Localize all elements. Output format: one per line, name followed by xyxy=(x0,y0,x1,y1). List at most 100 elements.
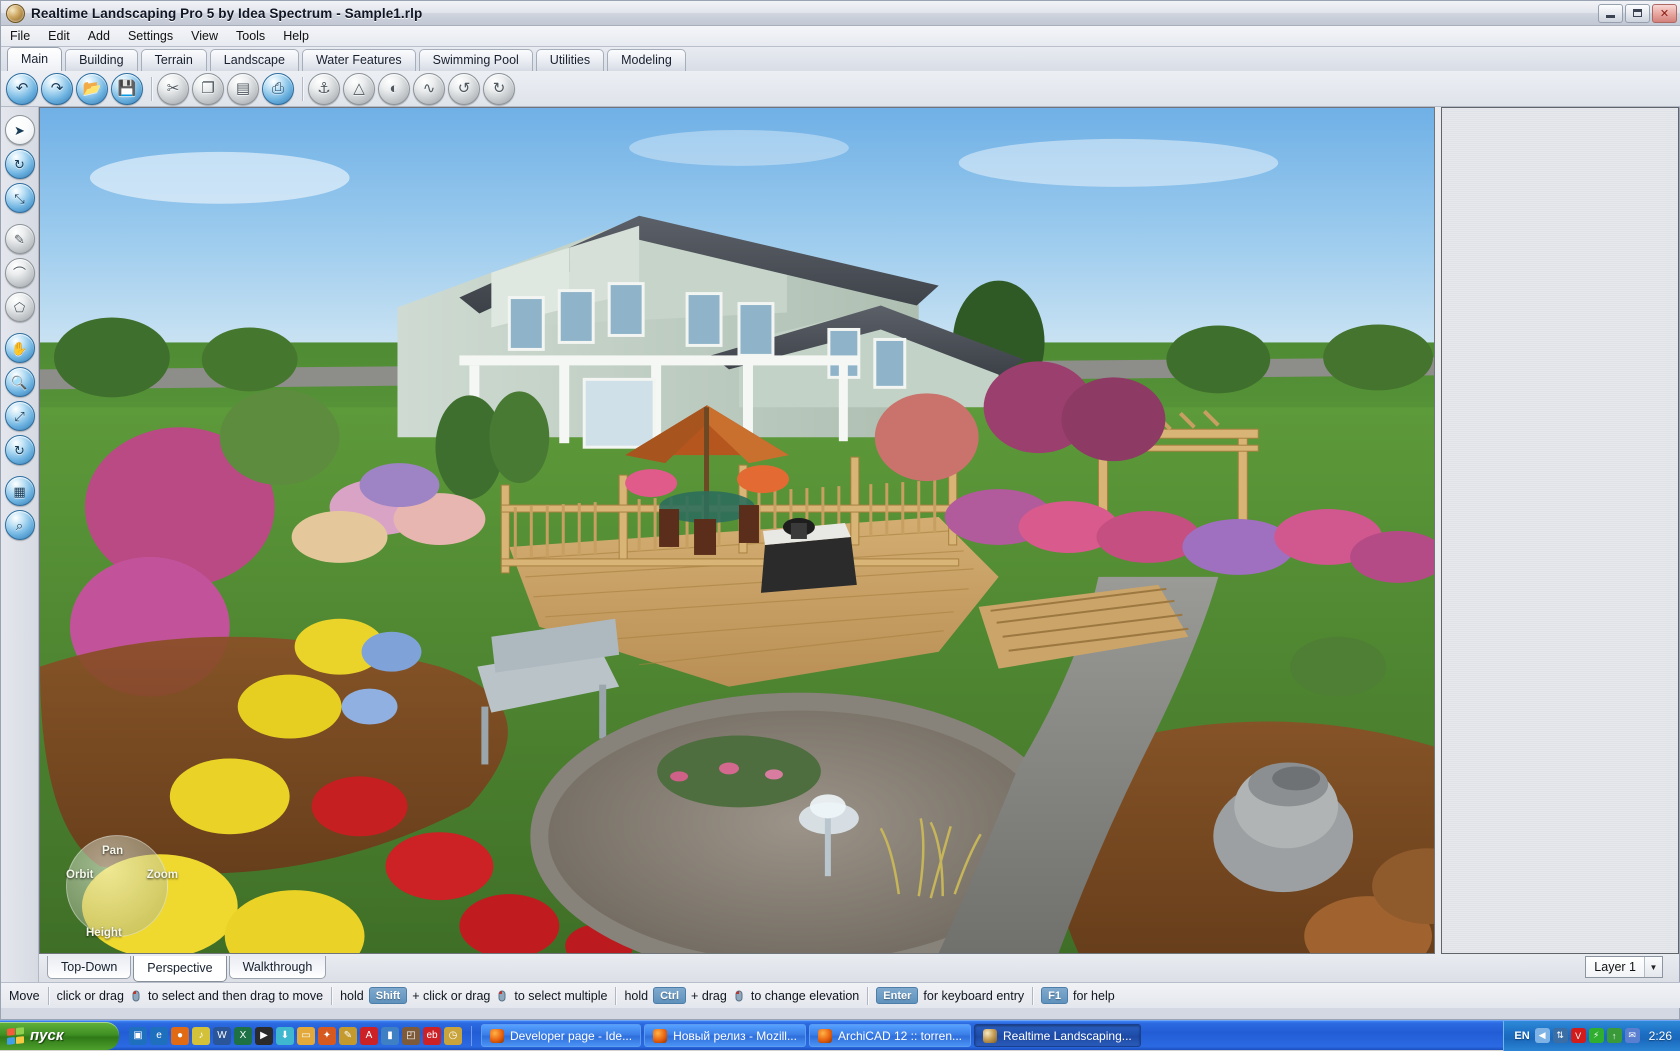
pan-hand-tool[interactable]: ✋ xyxy=(4,333,35,363)
cut-icon[interactable]: ✂ xyxy=(157,72,189,105)
language-indicator[interactable]: EN xyxy=(1514,1030,1529,1042)
firefox-icon xyxy=(817,1028,832,1043)
taskbar-button-label: Realtime Landscaping... xyxy=(1003,1028,1132,1043)
excel-icon[interactable]: X xyxy=(234,1026,252,1045)
mirror-icon-glyph: ◐ xyxy=(389,80,399,97)
zoom-extents-tool[interactable]: ⤢ xyxy=(4,401,35,431)
view-tab-top-down[interactable]: Top-Down xyxy=(47,956,132,979)
downloader-icon[interactable]: ⬇ xyxy=(276,1026,294,1045)
acrobat-icon[interactable]: A xyxy=(360,1026,378,1045)
open-file-icon-glyph: 📂 xyxy=(82,80,102,97)
orbit-tool[interactable]: ↻ xyxy=(4,435,35,465)
menu-item-view[interactable]: View xyxy=(182,27,227,45)
menu-item-file[interactable]: File xyxy=(1,27,39,45)
flash-icon[interactable]: ⚡ xyxy=(1588,1028,1604,1043)
winamp-icon[interactable]: ♪ xyxy=(192,1026,210,1045)
photo-icon[interactable]: ◰ xyxy=(402,1026,420,1045)
save-icon[interactable]: 💾 xyxy=(111,72,143,105)
navigation-gizmo[interactable]: Orbit Zoom Pan Height xyxy=(58,829,178,941)
update-icon[interactable]: ↑ xyxy=(1606,1028,1622,1043)
rotate-left-icon[interactable]: ↺ xyxy=(448,72,480,105)
media-player-icon[interactable]: ▶ xyxy=(255,1026,273,1045)
menu-item-add[interactable]: Add xyxy=(79,27,119,45)
region-tool[interactable]: ⬠ xyxy=(4,292,35,322)
gizmo-pan-label[interactable]: Pan xyxy=(102,845,123,857)
tray-arrow-icon[interactable]: ◀ xyxy=(1534,1028,1550,1043)
clock-icon[interactable]: ◷ xyxy=(444,1026,462,1045)
taskbar-button[interactable]: ArchiCAD 12 :: torren... xyxy=(808,1024,971,1047)
network-icon[interactable]: ⇅ xyxy=(1552,1028,1568,1043)
select-arrow-tool-glyph: ➤ xyxy=(14,122,25,138)
tab-modeling[interactable]: Modeling xyxy=(607,49,686,71)
flatten-icon[interactable]: △ xyxy=(343,72,375,105)
battery-icon[interactable]: ▮ xyxy=(381,1026,399,1045)
view-tab-walkthrough[interactable]: Walkthrough xyxy=(228,956,327,979)
undo-icon[interactable]: ↶ xyxy=(6,72,38,105)
tab-terrain[interactable]: Terrain xyxy=(140,49,207,71)
rail-gap xyxy=(1,322,38,329)
close-button[interactable]: ✕ xyxy=(1652,3,1677,23)
rotate-right-icon[interactable]: ↻ xyxy=(483,72,515,105)
gizmo-zoom-label[interactable]: Zoom xyxy=(147,869,178,881)
mirror-icon[interactable]: ◐ xyxy=(378,72,410,105)
menu-item-tools[interactable]: Tools xyxy=(227,27,274,45)
tab-utilities[interactable]: Utilities xyxy=(535,49,605,71)
rotate-tool[interactable]: ↻ xyxy=(4,149,35,179)
layer-selector[interactable]: Layer 1 ▼ xyxy=(1585,956,1663,978)
firefox-icon[interactable]: ● xyxy=(171,1026,189,1045)
taskbar-button[interactable]: Realtime Landscaping... xyxy=(974,1024,1141,1047)
zoom-magnifier-tool[interactable]: 🔍 xyxy=(4,367,35,397)
hint-shift-prefix: hold xyxy=(340,988,364,1003)
grid-terrain-tool[interactable]: ▦ xyxy=(4,476,35,506)
tab-main[interactable]: Main xyxy=(7,47,63,71)
save-icon-glyph: 💾 xyxy=(117,80,137,97)
mouse-icon xyxy=(495,989,509,1002)
taskbar-button[interactable]: Developer page - Ide... xyxy=(481,1024,642,1047)
tab-swimming-pool[interactable]: Swimming Pool xyxy=(418,49,533,71)
chevron-down-icon[interactable]: ▼ xyxy=(1644,957,1662,977)
show-desktop-icon[interactable]: ▣ xyxy=(129,1026,147,1045)
folder-icon[interactable]: ▭ xyxy=(297,1026,315,1045)
menu-item-settings[interactable]: Settings xyxy=(119,27,182,45)
mail-icon[interactable]: ✉ xyxy=(1624,1028,1640,1043)
measure-tool[interactable]: ⌕ xyxy=(4,510,35,540)
curve-tool[interactable]: ⌒ xyxy=(4,258,35,288)
gizmo-orbit-label[interactable]: Orbit xyxy=(66,869,93,881)
copy-icon[interactable]: ❐ xyxy=(192,72,224,105)
hint-enter-suffix: for keyboard entry xyxy=(923,988,1025,1003)
select-arrow-tool[interactable]: ➤ xyxy=(4,115,35,145)
clock[interactable]: 2:26 xyxy=(1649,1029,1672,1043)
windows-logo-icon xyxy=(7,1026,24,1045)
notes-icon[interactable]: ✎ xyxy=(339,1026,357,1045)
redo-icon[interactable]: ↷ xyxy=(41,72,73,105)
paint-tool[interactable]: ✎ xyxy=(4,224,35,254)
zoom-extents-tool-glyph: ⤢ xyxy=(14,408,25,424)
tab-water-features[interactable]: Water Features xyxy=(301,49,416,71)
word-icon[interactable]: W xyxy=(213,1026,231,1045)
align-ground-icon-glyph: ⚓ xyxy=(317,80,331,97)
maximize-button[interactable] xyxy=(1625,3,1650,23)
cut-icon-glyph: ✂ xyxy=(166,80,180,97)
antivirus-icon[interactable]: V xyxy=(1570,1028,1586,1043)
utility-icon[interactable]: ✦ xyxy=(318,1026,336,1045)
smooth-icon[interactable]: ∿ xyxy=(413,72,445,105)
align-ground-icon[interactable]: ⚓ xyxy=(308,72,340,105)
title-bar[interactable]: Realtime Landscaping Pro 5 by Idea Spect… xyxy=(1,1,1680,26)
gizmo-height-label[interactable]: Height xyxy=(86,927,122,939)
paste-icon[interactable]: ▤ xyxy=(227,72,259,105)
menu-item-edit[interactable]: Edit xyxy=(39,27,79,45)
right-properties-panel[interactable] xyxy=(1441,107,1679,954)
tab-building[interactable]: Building xyxy=(65,49,138,71)
menu-item-help[interactable]: Help xyxy=(274,27,318,45)
ebay-icon[interactable]: eb xyxy=(423,1026,441,1045)
open-file-icon[interactable]: 📂 xyxy=(76,72,108,105)
scale-tool[interactable]: ⤡ xyxy=(4,183,35,213)
view-tab-perspective[interactable]: Perspective xyxy=(133,956,227,982)
taskbar-button[interactable]: Новый релиз - Mozill... xyxy=(644,1024,806,1047)
minimize-button[interactable] xyxy=(1598,3,1623,23)
3d-viewport[interactable]: Orbit Zoom Pan Height xyxy=(39,107,1435,954)
internet-explorer-icon[interactable]: e xyxy=(150,1026,168,1045)
start-button[interactable]: пуск xyxy=(0,1021,119,1050)
tab-landscape[interactable]: Landscape xyxy=(209,49,299,71)
print-icon[interactable]: ⎙ xyxy=(262,72,294,105)
